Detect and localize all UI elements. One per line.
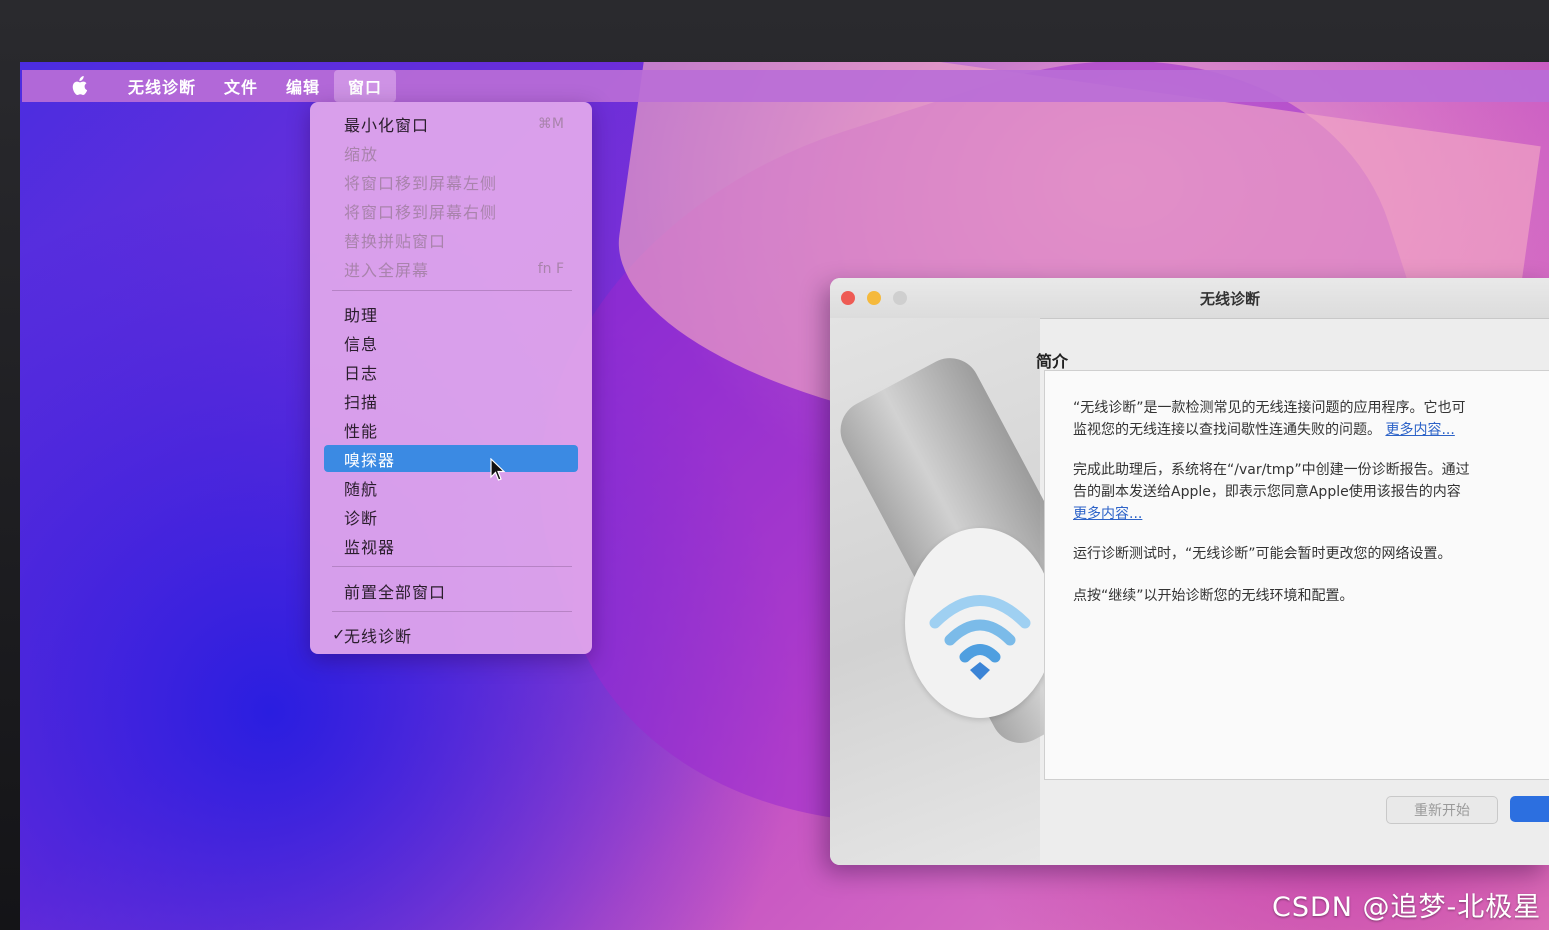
menu-item-logs[interactable]: 日志 [324,358,578,385]
menu-item-assistant[interactable]: 助理 [324,300,578,327]
paragraph-line: 告的副本发送给Apple，即表示您同意Apple使用该报告的内容 [1073,484,1461,500]
shortcut-label: fn F [537,260,564,277]
menu-separator [332,611,572,612]
menu-item-info[interactable]: 信息 [324,329,578,356]
menu-item-move-left: 将窗口移到屏幕左侧 [344,173,498,193]
intro-paragraph-4: 点按“继续”以开始诊断您的无线环境和配置。 [1073,588,1354,604]
menu-item-move-right: 将窗口移到屏幕右侧 [344,202,498,222]
menu-item-sidecar[interactable]: 随航 [324,474,578,501]
window-menu-dropdown: 最小化窗口 ⌘M 缩放 将窗口移到屏幕左侧 将窗口移到屏幕右侧 替换拼贴窗口 进… [310,102,592,654]
paragraph-line: 完成此助理后，系统将在“/var/tmp”中创建一份诊断报告。通过 [1073,462,1470,478]
intro-paragraph-3: 运行诊断测试时，“无线诊断”可能会暂时更改您的网络设置。 [1073,546,1452,562]
menu-edit[interactable]: 编辑 [272,70,334,102]
menu-item-replace-tile: 替换拼贴窗口 [344,231,447,251]
menu-item-zoom: 缩放 [344,144,379,164]
wifi-icon [905,528,1055,718]
window-titlebar: 无线诊断 [830,278,1549,319]
assistant-illustration [830,318,1141,865]
menu-app[interactable]: 无线诊断 [114,70,210,102]
menu-item-monitor[interactable]: 监视器 [324,532,578,559]
paragraph-line: 监视您的无线连接以查找间歇性连通失败的问题。 [1073,422,1381,438]
menu-item-sniffer[interactable]: 嗅探器 [324,445,578,472]
intro-content: “无线诊断”是一款检测常见的无线连接问题的应用程序。它也可 监视您的无线连接以查… [1044,370,1549,780]
shortcut-label: ⌘M [537,115,564,132]
intro-paragraph-1: “无线诊断”是一款检测常见的无线连接问题的应用程序。它也可 监视您的无线连接以查… [1073,397,1549,441]
menu-window[interactable]: 窗口 [334,70,397,102]
menu-item-label: 进入全屏幕 [344,260,430,280]
checkmark-icon: ✓ [332,625,347,644]
continue-button[interactable] [1510,796,1549,822]
menu-item-bring-all-front[interactable]: 前置全部窗口 [324,577,578,604]
menu-separator [332,290,572,291]
wireless-diagnostics-window: 无线诊断 简介 “无线诊断”是一款检测常见的无线连接问题的应用程序。它也可 监视… [830,278,1549,865]
menu-item-wireless-diagnostics[interactable]: ✓ 无线诊断 [324,621,578,648]
menu-item-fullscreen: 进入全屏幕 fn F [324,255,578,282]
apple-icon[interactable] [68,75,90,97]
menu-item-minimize[interactable]: 最小化窗口 ⌘M [324,110,578,137]
menu-item-label: 无线诊断 [344,626,413,646]
menu-file[interactable]: 文件 [210,70,272,102]
paragraph-line: “无线诊断”是一款检测常见的无线连接问题的应用程序。它也可 [1073,400,1466,416]
more-info-link[interactable]: 更多内容... [1385,422,1454,438]
window-title: 无线诊断 [1199,290,1260,308]
watermark: CSDN @追梦-北极星 [1272,892,1542,923]
menu-item-label: 最小化窗口 [344,115,430,135]
menu-item-performance[interactable]: 性能 [324,416,578,443]
menu-separator [332,566,572,567]
menu-item-diagnostics[interactable]: 诊断 [324,503,578,530]
more-info-link[interactable]: 更多内容... [1073,506,1142,522]
menu-bar: 无线诊断 文件 编辑 窗口 [22,70,1549,102]
restart-button[interactable]: 重新开始 [1386,796,1498,824]
mouse-pointer-icon [490,457,506,486]
section-title: 简介 [1036,352,1069,371]
intro-paragraph-2: 完成此助理后，系统将在“/var/tmp”中创建一份诊断报告。通过 告的副本发送… [1073,459,1549,525]
menu-item-scan[interactable]: 扫描 [324,387,578,414]
